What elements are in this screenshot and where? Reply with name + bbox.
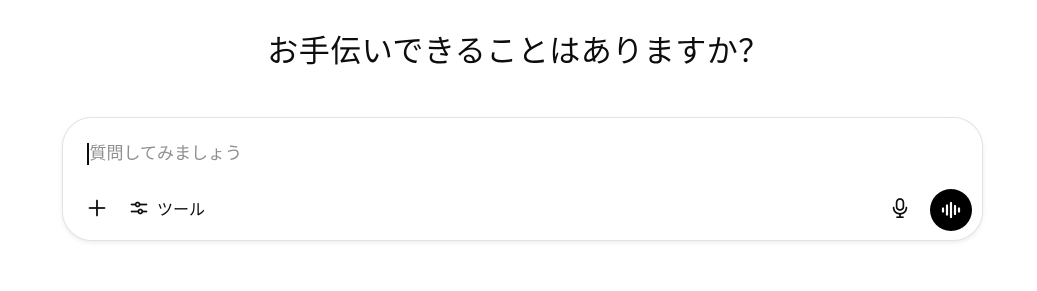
- prompt-placeholder: 質問してみましょう: [89, 144, 243, 164]
- voice-mode-button[interactable]: [930, 189, 972, 231]
- prompt-composer: 質問してみましょう ツール: [62, 117, 983, 241]
- prompt-input[interactable]: 質問してみましょう: [87, 140, 907, 168]
- tools-button[interactable]: ツール: [123, 193, 211, 223]
- plus-icon: [88, 199, 106, 217]
- dictation-button[interactable]: [885, 193, 915, 223]
- add-attachment-button[interactable]: [83, 194, 111, 222]
- waveform-icon: [941, 201, 961, 219]
- page-heading: お手伝いできることはありますか？: [267, 34, 770, 70]
- microphone-icon: [892, 198, 908, 219]
- text-caret: [87, 143, 89, 165]
- sliders-icon: [130, 201, 148, 215]
- tools-button-label: ツール: [157, 200, 206, 219]
